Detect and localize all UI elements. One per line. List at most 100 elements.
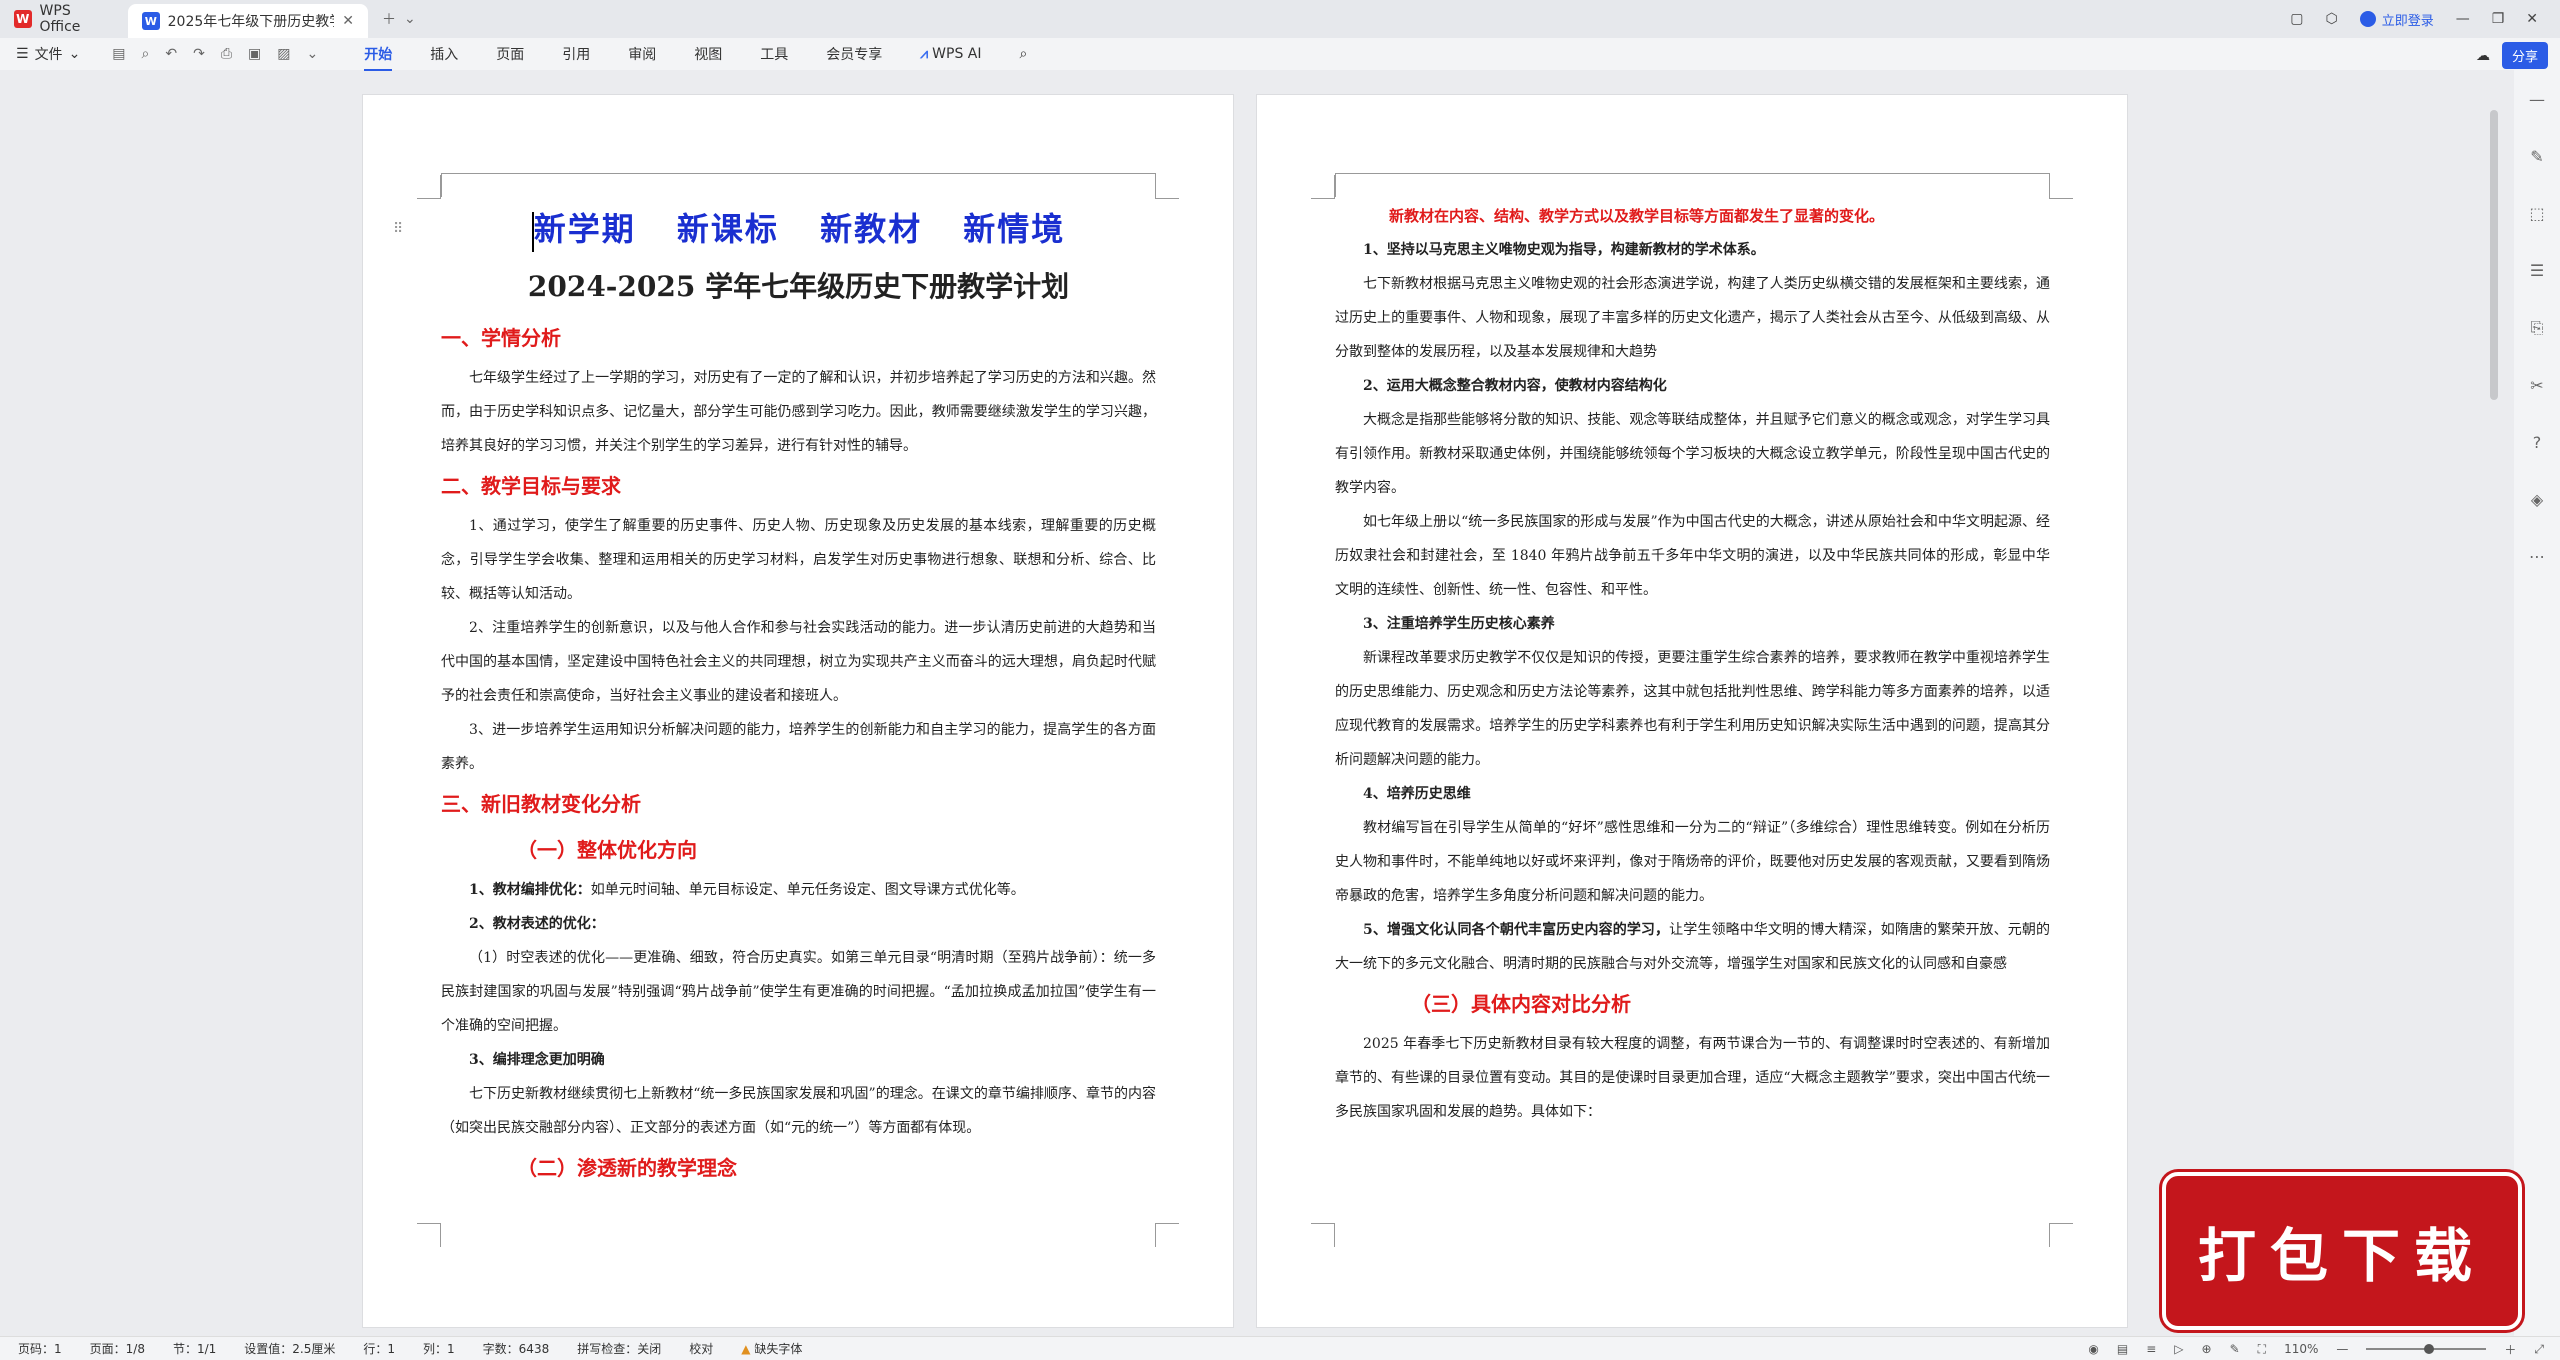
menu-tabs: 开始 插入 页面 引用 审阅 视图 工具 会员专享 ⩘ WPS AI ⌕ — [364, 44, 1027, 71]
menu-icon: ☰ — [16, 46, 29, 62]
tab-insert[interactable]: 插入 — [430, 44, 458, 64]
paragraph: 5、增强文化认同各个朝代丰富历史内容的学习，让学生领略中华文明的博大精深，如隋唐… — [1335, 913, 2050, 981]
document-icon: W — [142, 12, 160, 30]
tab-view[interactable]: 视图 — [694, 44, 722, 64]
subsection-heading: （二）渗透新的教学理念 — [517, 1156, 737, 1180]
col-info: 列：1 — [423, 1342, 455, 1356]
margin-mark — [1155, 1223, 1179, 1247]
paragraph: 七年级学生经过了上一学期的学习，对历史有了一定的了解和认识，并初步培养起了学习历… — [441, 370, 1156, 454]
search-doc-icon[interactable]: ⌕ — [142, 46, 150, 62]
outline-icon[interactable]: ≡ — [2146, 1342, 2156, 1356]
shield-icon[interactable]: ◈ — [2531, 490, 2543, 509]
search-icon[interactable]: ⌕ — [1019, 46, 1027, 62]
minimize-icon[interactable]: — — [2456, 11, 2470, 27]
share-button[interactable]: 分享 — [2501, 42, 2548, 69]
login-button[interactable]: 立即登录 — [2359, 10, 2434, 29]
translate-icon[interactable]: ⎘ — [2531, 318, 2544, 338]
chevron-down-icon[interactable]: ⌄ — [404, 11, 416, 27]
paragraph: 3、进一步培养学生运用知识分析解决问题的能力，培养学生的创新能力和自主学习的能力… — [441, 722, 1156, 772]
word-count[interactable]: 字数：6438 — [483, 1340, 550, 1357]
image-icon[interactable]: ▨ — [277, 46, 290, 62]
zoom-level[interactable]: 110% — [2284, 1342, 2318, 1356]
spell-check[interactable]: 拼写检查：关闭 — [577, 1340, 661, 1357]
eye-icon[interactable]: ◉ — [2088, 1342, 2098, 1356]
tab-review[interactable]: 审阅 — [628, 44, 656, 64]
document-page-1[interactable]: ⠿ 新学期 新课标 新教材 新情境 2024-2025 学年七年级历史下册教学计… — [362, 94, 1234, 1328]
wps-home-tab[interactable]: W WPS Office — [0, 0, 128, 38]
new-tab-icon[interactable]: ＋ — [382, 9, 396, 29]
banner-text: 打包下载 — [2197, 1222, 2486, 1290]
section-info: 节：1/1 — [172, 1342, 217, 1356]
more-icon[interactable]: ⋯ — [2529, 547, 2545, 566]
paragraph: （1）时空表述的优化——更准确、细致，符合历史真实。如第三单元目录“明清时期（至… — [441, 950, 1156, 1034]
fullscreen-icon[interactable]: ⤢ — [2534, 1342, 2544, 1357]
margin-mark — [1311, 175, 1335, 199]
proofread-button[interactable]: 校对 — [689, 1340, 713, 1357]
restore-icon[interactable]: ❐ — [2492, 11, 2505, 27]
zoom-out-icon[interactable]: — — [2336, 1342, 2348, 1356]
fit-icon[interactable]: ⛶ — [2258, 1342, 2266, 1357]
redo-icon[interactable]: ↷ — [193, 46, 205, 62]
pen-icon[interactable]: ✎ — [2530, 147, 2543, 166]
document-page-2[interactable]: 新教材在内容、结构、教学方式以及教学目标等方面都发生了显著的变化。 1、坚持以马… — [1256, 94, 2128, 1328]
list-item-title: 2、运用大概念整合教材内容，使教材内容结构化 — [1363, 378, 1667, 394]
close-window-icon[interactable]: ✕ — [2526, 11, 2538, 27]
tab-references[interactable]: 引用 — [562, 44, 590, 64]
settings-sliders-icon[interactable]: ☰ — [2530, 261, 2544, 280]
page-view-icon[interactable]: ▤ — [2117, 1342, 2128, 1356]
file-menu-label: 文件 — [34, 47, 63, 63]
row-info: 行：1 — [363, 1342, 396, 1356]
zoom-slider[interactable] — [2366, 1344, 2487, 1354]
paragraph: 2、注重培养学生的创新意识，以及与他人合作和参与社会实践活动的能力。进一步认清历… — [441, 620, 1156, 704]
document-tab-title: 2025年七年级下册历史教学计 — [167, 14, 335, 30]
cursor-select-icon[interactable]: ⬚ — [2529, 204, 2544, 223]
margin-mark — [1155, 175, 1179, 199]
download-banner[interactable]: 打包下载 — [2162, 1172, 2522, 1330]
close-tab-icon[interactable]: ✕ — [342, 13, 354, 29]
section-heading: 二、教学目标与要求 — [441, 474, 621, 498]
file-menu-button[interactable]: ☰ 文件 ⌄ — [0, 44, 96, 64]
web-view-icon[interactable]: ⊕ — [2202, 1342, 2212, 1356]
paragraph: 新课程改革要求历史教学不仅仅是知识的传授，更要注重学生综合素养的培养，要求教师在… — [1335, 650, 2050, 768]
tab-tools[interactable]: 工具 — [760, 44, 788, 64]
warning-icon: ▲ — [741, 1342, 751, 1356]
pen-icon[interactable]: ✎ — [2230, 1342, 2240, 1356]
tab-home[interactable]: 开始 — [364, 44, 393, 71]
tools-icon[interactable]: ✂ — [2530, 376, 2543, 395]
vertical-scrollbar[interactable] — [2490, 110, 2498, 400]
window-layout-icon[interactable]: ▢ — [2290, 11, 2303, 27]
section-heading: 三、新旧教材变化分析 — [441, 792, 641, 816]
paragraph: 如七年级上册以“统一多民族国家的形成与发展”作为中国古代史的大概念，讲述从原始社… — [1335, 514, 2050, 598]
paragraph: 大概念是指那些能够将分散的知识、技能、观念等联结成整体，并且赋予它们意义的概念或… — [1335, 412, 2050, 496]
paragraph: 教材编写旨在引导学生从简单的“好坏”感性思维和一分为二的“辩证”（多维综合）理性… — [1335, 820, 2050, 904]
pdf-icon[interactable]: ▣ — [248, 46, 261, 62]
avatar — [2359, 11, 2376, 27]
document-tab[interactable]: W 2025年七年级下册历史教学计 ✕ — [128, 4, 368, 38]
print-icon[interactable]: ⎙ — [221, 46, 232, 62]
paragraph: 七下新教材根据马克思主义唯物史观的社会形态演进学说，构建了人类历史纵横交错的发展… — [1335, 276, 2050, 360]
undo-icon[interactable]: ↶ — [165, 46, 177, 62]
cube-icon[interactable]: ⬡ — [2325, 11, 2337, 27]
zoom-slider-thumb[interactable] — [2424, 1344, 2435, 1354]
save-icon[interactable]: ▤ — [112, 46, 125, 62]
cloud-icon[interactable]: ☁ — [2476, 48, 2490, 64]
chevron-down-icon: ⌄ — [68, 46, 81, 62]
status-bar: 页码：1 页面：1/8 节：1/1 设置值：2.5厘米 行：1 列：1 字数：6… — [0, 1336, 2560, 1360]
list-item-text: 如单元时间轴、单元目标设定、单元任务设定、图文导课方式优化等。 — [590, 882, 1025, 898]
collapse-icon[interactable]: — — [2529, 90, 2545, 109]
drag-handle-icon[interactable]: ⠿ — [393, 221, 403, 237]
zoom-in-icon[interactable]: ＋ — [2504, 1341, 2516, 1358]
missing-font[interactable]: ▲ 缺失字体 — [741, 1340, 802, 1357]
page-count[interactable]: 页面：1/8 — [90, 1340, 145, 1357]
margin-mark — [2049, 1223, 2073, 1247]
play-icon[interactable]: ▷ — [2174, 1342, 2183, 1356]
tab-wps-ai[interactable]: ⩘ WPS AI — [920, 46, 981, 62]
chevron-down-icon[interactable]: ⌄ — [307, 46, 319, 62]
list-item: 1、教材编排优化：如单元时间轴、单元目标设定、单元任务设定、图文导课方式优化等。 — [441, 873, 1156, 907]
tab-page[interactable]: 页面 — [496, 44, 524, 64]
setting-value: 设置值：2.5厘米 — [244, 1342, 336, 1356]
help-icon[interactable]: ? — [2533, 433, 2542, 452]
header-border — [1335, 173, 2050, 197]
wps-ai-label: WPS AI — [932, 46, 982, 62]
tab-member[interactable]: 会员专享 — [826, 44, 882, 64]
